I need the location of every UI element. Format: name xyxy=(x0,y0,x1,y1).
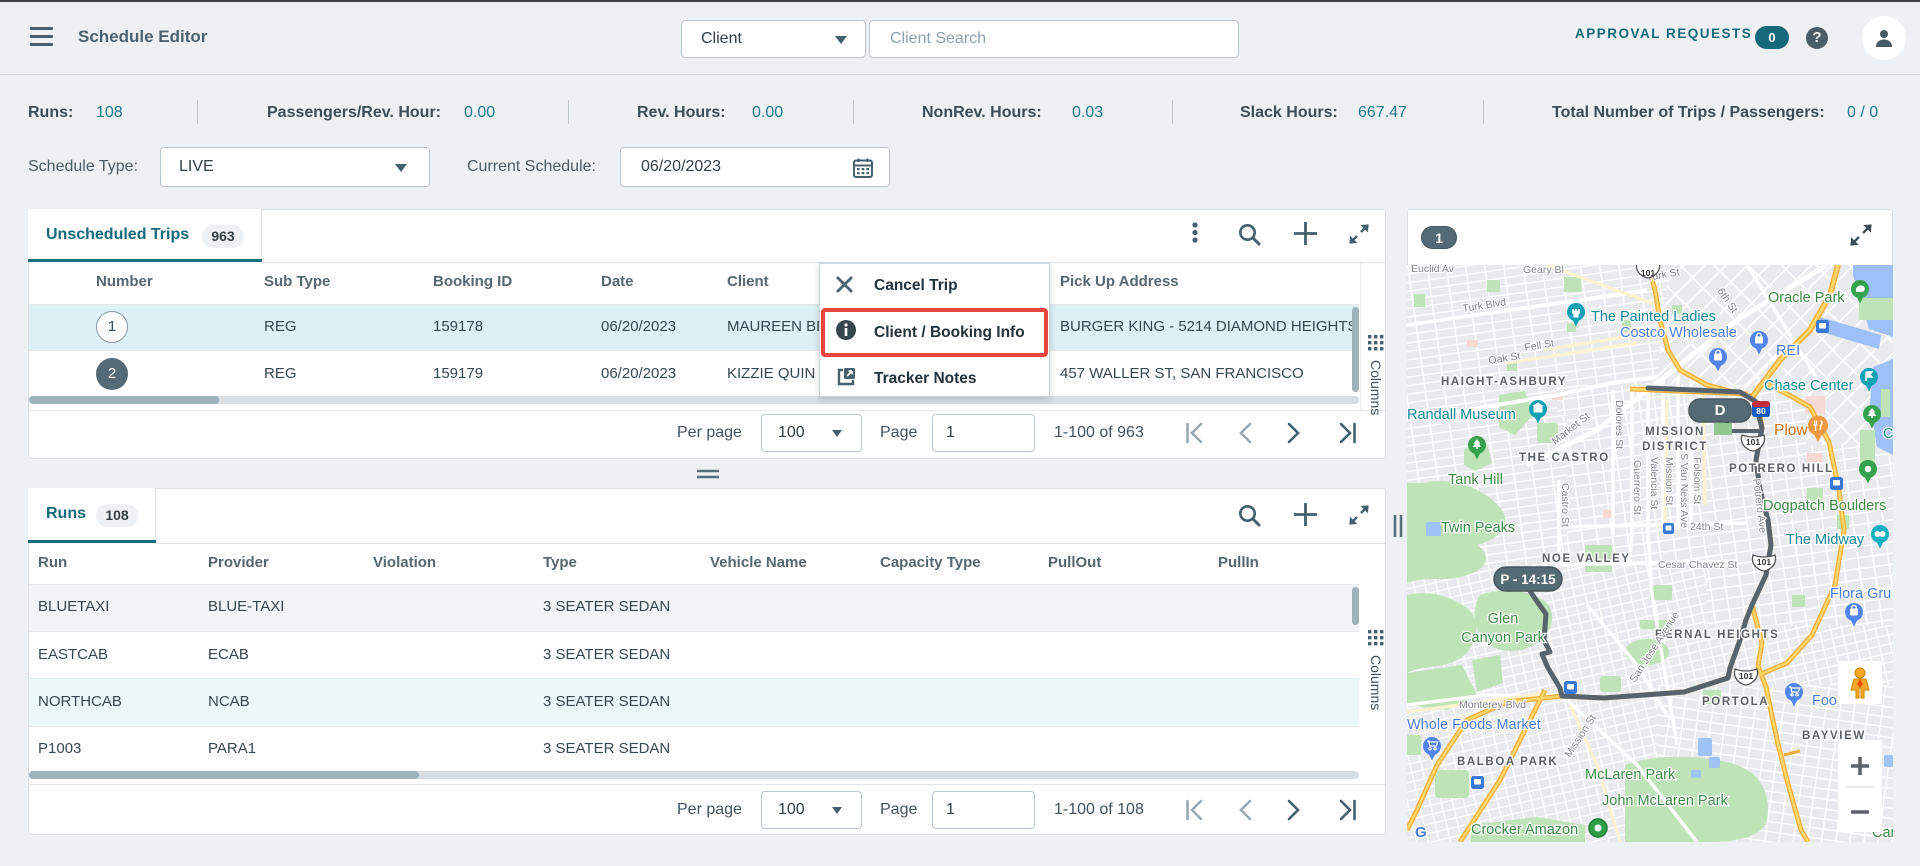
svg-text:BALBOA PARK: BALBOA PARK xyxy=(1457,756,1558,768)
svg-text:POTRERO HILL: POTRERO HILL xyxy=(1729,463,1834,475)
svg-text:C: C xyxy=(1883,426,1893,442)
svg-text:Folsom St: Folsom St xyxy=(1691,457,1703,504)
svg-text:The Painted Ladies: The Painted Ladies xyxy=(1591,309,1716,325)
svg-text:Twin Peaks: Twin Peaks xyxy=(1441,520,1515,536)
svg-text:Canyon Park: Canyon Park xyxy=(1461,630,1546,646)
svg-text:John McLaren Park: John McLaren Park xyxy=(1602,793,1728,809)
svg-text:Tank Hill: Tank Hill xyxy=(1448,472,1503,488)
svg-text:BERNAL HEIGHTS: BERNAL HEIGHTS xyxy=(1655,629,1779,641)
svg-text:THE CASTRO: THE CASTRO xyxy=(1519,452,1610,464)
svg-text:101: 101 xyxy=(1641,268,1655,278)
svg-text:P - 14:15: P - 14:15 xyxy=(1500,572,1556,587)
svg-text:Oracle Park: Oracle Park xyxy=(1768,290,1845,306)
svg-text:24th St: 24th St xyxy=(1690,521,1723,533)
svg-text:Euclid Av: Euclid Av xyxy=(1411,265,1455,275)
svg-text:PORTOLA: PORTOLA xyxy=(1702,696,1769,708)
svg-text:The Midway: The Midway xyxy=(1786,532,1865,548)
svg-text:MISSION: MISSION xyxy=(1645,426,1705,438)
svg-text:Crocker Amazon: Crocker Amazon xyxy=(1471,822,1578,838)
svg-text:Costco Wholesale: Costco Wholesale xyxy=(1620,325,1737,341)
svg-text:Cesar Chavez St: Cesar Chavez St xyxy=(1658,559,1737,571)
svg-text:101: 101 xyxy=(1746,437,1760,447)
svg-text:G: G xyxy=(1415,824,1427,841)
svg-text:Guerrero St: Guerrero St xyxy=(1631,460,1643,515)
svg-text:Geary Bl: Geary Bl xyxy=(1523,265,1564,276)
svg-text:REI: REI xyxy=(1776,343,1800,359)
svg-text:D: D xyxy=(1715,402,1726,419)
svg-text:Whole Foods Market: Whole Foods Market xyxy=(1407,717,1541,733)
svg-text:HAIGHT-ASHBURY: HAIGHT-ASHBURY xyxy=(1441,376,1567,388)
svg-text:Plow: Plow xyxy=(1774,422,1808,439)
svg-text:Monterey Blvd: Monterey Blvd xyxy=(1459,699,1526,711)
svg-text:Randall Museum: Randall Museum xyxy=(1407,407,1516,423)
svg-text:80: 80 xyxy=(1756,406,1766,416)
svg-text:Valencia St: Valencia St xyxy=(1648,457,1660,509)
svg-text:101: 101 xyxy=(1757,557,1771,567)
svg-text:Mission St: Mission St xyxy=(1663,457,1675,506)
svg-text:Dogpatch Boulders: Dogpatch Boulders xyxy=(1763,498,1886,514)
svg-text:DISTRICT: DISTRICT xyxy=(1642,441,1708,453)
svg-text:S Van Ness Ave: S Van Ness Ave xyxy=(1678,453,1690,528)
svg-text:Castro St: Castro St xyxy=(1559,483,1571,527)
svg-text:Chase Center: Chase Center xyxy=(1764,378,1854,394)
svg-text:Dolores St: Dolores St xyxy=(1613,400,1625,449)
svg-text:101: 101 xyxy=(1739,671,1753,681)
svg-text:Glen: Glen xyxy=(1488,611,1519,627)
svg-text:Foo: Foo xyxy=(1812,693,1837,709)
svg-text:McLaren Park: McLaren Park xyxy=(1585,767,1676,783)
svg-text:Flora Gru: Flora Gru xyxy=(1830,586,1891,602)
svg-text:NOE VALLEY: NOE VALLEY xyxy=(1542,553,1631,565)
